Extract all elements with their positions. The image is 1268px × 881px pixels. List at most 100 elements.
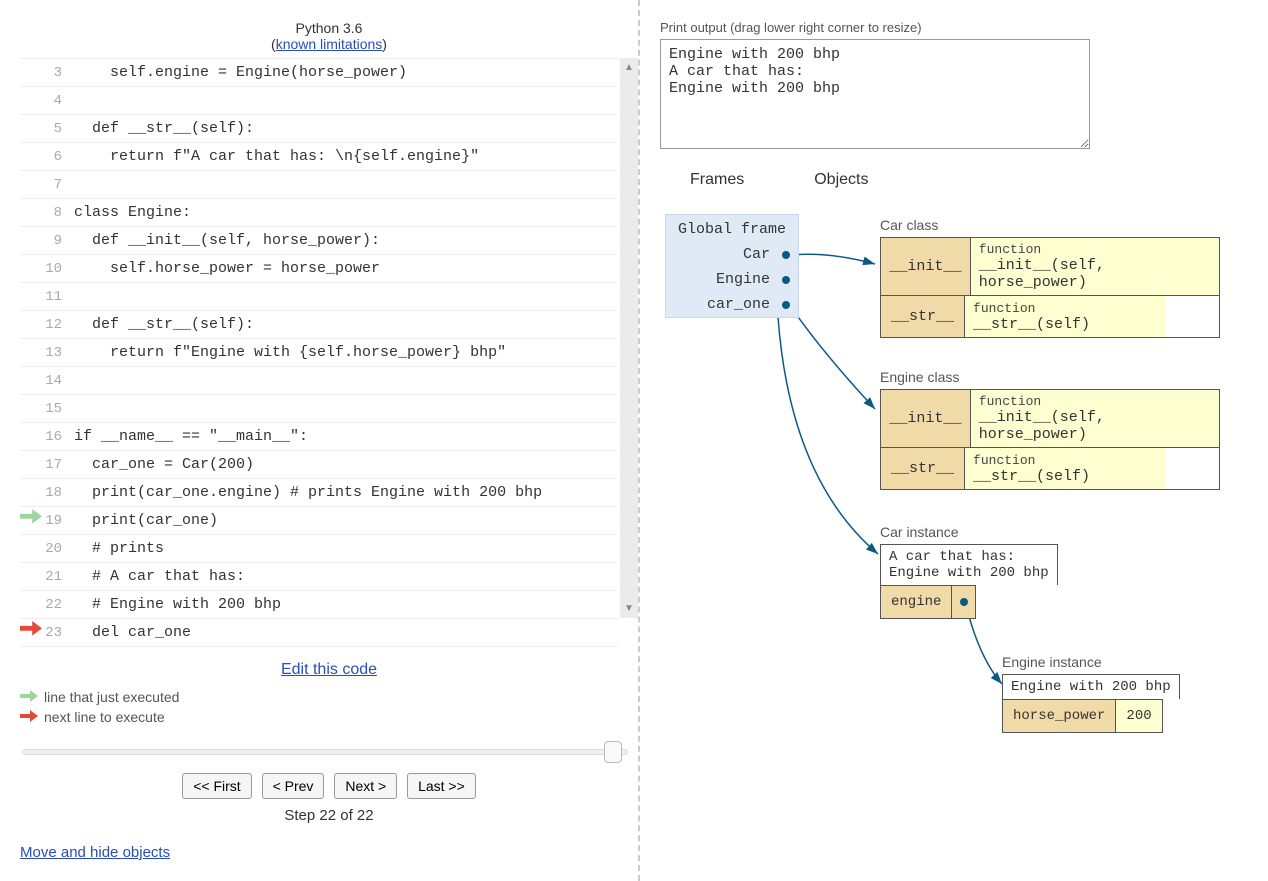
car-str-name: __str__ <box>881 296 965 337</box>
code-text: print(car_one.engine) # prints Engine wi… <box>72 479 542 507</box>
code-region: 3 self.engine = Engine(horse_power)45 de… <box>20 58 638 647</box>
code-line: 7 <box>20 171 618 199</box>
frame-var-carone: car_one <box>666 292 798 317</box>
car-instance-var: engine <box>880 585 952 619</box>
code-line: 8class Engine: <box>20 199 618 227</box>
move-hide-link[interactable]: Move and hide objects <box>20 844 170 861</box>
step-label: Step 22 of 22 <box>20 807 638 824</box>
engine-instance-repr: Engine with 200 bhp <box>1002 674 1180 699</box>
engine-init-name: __init__ <box>881 390 971 447</box>
next-button[interactable]: Next > <box>334 773 397 799</box>
first-button[interactable]: << First <box>182 773 251 799</box>
slider-thumb[interactable] <box>604 741 622 763</box>
code-line: 19 print(car_one) <box>20 507 618 535</box>
code-text: del car_one <box>72 619 191 647</box>
pointer-dot <box>782 301 790 309</box>
legend-executed: line that just executed <box>44 689 179 705</box>
line-number: 13 <box>42 339 72 367</box>
car-instance-object[interactable]: A car that has: Engine with 200 bhp engi… <box>880 544 1058 619</box>
arrow-legend: line that just executed next line to exe… <box>20 689 638 725</box>
scroll-up-icon[interactable]: ▲ <box>624 62 634 73</box>
line-number: 5 <box>42 115 72 143</box>
line-number: 21 <box>42 563 72 591</box>
step-slider[interactable] <box>20 739 630 763</box>
line-number: 23 <box>42 619 72 647</box>
code-text: # prints <box>72 535 164 563</box>
code-text: def __str__(self): <box>72 311 254 339</box>
code-line: 21 # A car that has: <box>20 563 618 591</box>
code-line: 5 def __str__(self): <box>20 115 618 143</box>
engine-instance-var: horse_power <box>1002 699 1116 733</box>
code-text: if __name__ == "__main__": <box>72 423 308 451</box>
nav-buttons: << First < Prev Next > Last >> <box>20 773 638 799</box>
code-line: 4 <box>20 87 618 115</box>
car-class-label: Car class <box>880 217 938 233</box>
frame-var-engine: Engine <box>666 267 798 292</box>
pointer-dot <box>782 276 790 284</box>
global-frame: Global frame Car Engine car_one <box>665 214 799 318</box>
code-text: self.horse_power = horse_power <box>72 255 380 283</box>
print-output-box[interactable]: Engine with 200 bhp A car that has: Engi… <box>660 39 1090 149</box>
code-pane: Python 3.6 (known limitations) 3 self.en… <box>0 0 640 881</box>
line-number: 8 <box>42 199 72 227</box>
line-number: 9 <box>42 227 72 255</box>
code-text: self.engine = Engine(horse_power) <box>72 59 407 87</box>
engine-class-object[interactable]: __init__ function__init__(self, horse_po… <box>880 389 1220 490</box>
code-line: 20 # prints <box>20 535 618 563</box>
code-line: 22 # Engine with 200 bhp <box>20 591 618 619</box>
known-limitations-link[interactable]: known limitations <box>276 36 383 52</box>
red-arrow-icon <box>20 619 42 647</box>
engine-instance-val: 200 <box>1116 699 1162 733</box>
global-frame-title: Global frame <box>666 215 798 242</box>
code-text: return f"Engine with {self.horse_power} … <box>72 339 506 367</box>
code-line: 3 self.engine = Engine(horse_power) <box>20 59 618 87</box>
visualization-pane: Print output (drag lower right corner to… <box>640 0 1268 881</box>
line-number: 3 <box>42 59 72 87</box>
code-line: 11 <box>20 283 618 311</box>
code-line: 13 return f"Engine with {self.horse_powe… <box>20 339 618 367</box>
green-arrow-icon <box>20 689 38 705</box>
engine-class-label: Engine class <box>880 369 959 385</box>
car-class-object[interactable]: __init__ function__init__(self, horse_po… <box>880 237 1220 338</box>
code-text: class Engine: <box>72 199 191 227</box>
line-number: 20 <box>42 535 72 563</box>
line-number: 7 <box>42 171 72 199</box>
frame-var-car: Car <box>666 242 798 267</box>
code-line: 23 del car_one <box>20 619 618 647</box>
line-number: 18 <box>42 479 72 507</box>
code-line: 9 def __init__(self, horse_power): <box>20 227 618 255</box>
pointer-dot <box>782 251 790 259</box>
python-version: Python 3.6 <box>296 20 363 36</box>
code-scrollbar[interactable]: ▲ ▼ <box>620 58 638 618</box>
code-text: return f"A car that has: \n{self.engine}… <box>72 143 479 171</box>
code-line: 12 def __str__(self): <box>20 311 618 339</box>
code-text: def __str__(self): <box>72 115 254 143</box>
edit-code-link[interactable]: Edit this code <box>281 661 377 678</box>
engine-instance-object[interactable]: Engine with 200 bhp horse_power 200 <box>1002 674 1180 733</box>
prev-button[interactable]: < Prev <box>262 773 325 799</box>
engine-str-name: __str__ <box>881 448 965 489</box>
red-arrow-icon <box>20 709 38 725</box>
green-arrow-icon <box>20 507 42 535</box>
line-number: 15 <box>42 395 72 423</box>
line-number: 19 <box>42 507 72 535</box>
frames-heading: Frames <box>690 171 744 189</box>
code-text: # A car that has: <box>72 563 245 591</box>
code-line: 16if __name__ == "__main__": <box>20 423 618 451</box>
legend-next: next line to execute <box>44 709 165 725</box>
line-number: 11 <box>42 283 72 311</box>
code-line: 6 return f"A car that has: \n{self.engin… <box>20 143 618 171</box>
line-number: 10 <box>42 255 72 283</box>
car-instance-repr: A car that has: Engine with 200 bhp <box>880 544 1058 585</box>
code-text: car_one = Car(200) <box>72 451 254 479</box>
scroll-down-icon[interactable]: ▼ <box>624 603 634 614</box>
python-version-header: Python 3.6 (known limitations) <box>20 20 638 52</box>
pointer-cell <box>952 585 976 619</box>
line-number: 4 <box>42 87 72 115</box>
code-text: # Engine with 200 bhp <box>72 591 281 619</box>
code-text: print(car_one) <box>72 507 218 535</box>
line-number: 14 <box>42 367 72 395</box>
objects-heading: Objects <box>814 171 868 189</box>
code-line: 10 self.horse_power = horse_power <box>20 255 618 283</box>
last-button[interactable]: Last >> <box>407 773 476 799</box>
